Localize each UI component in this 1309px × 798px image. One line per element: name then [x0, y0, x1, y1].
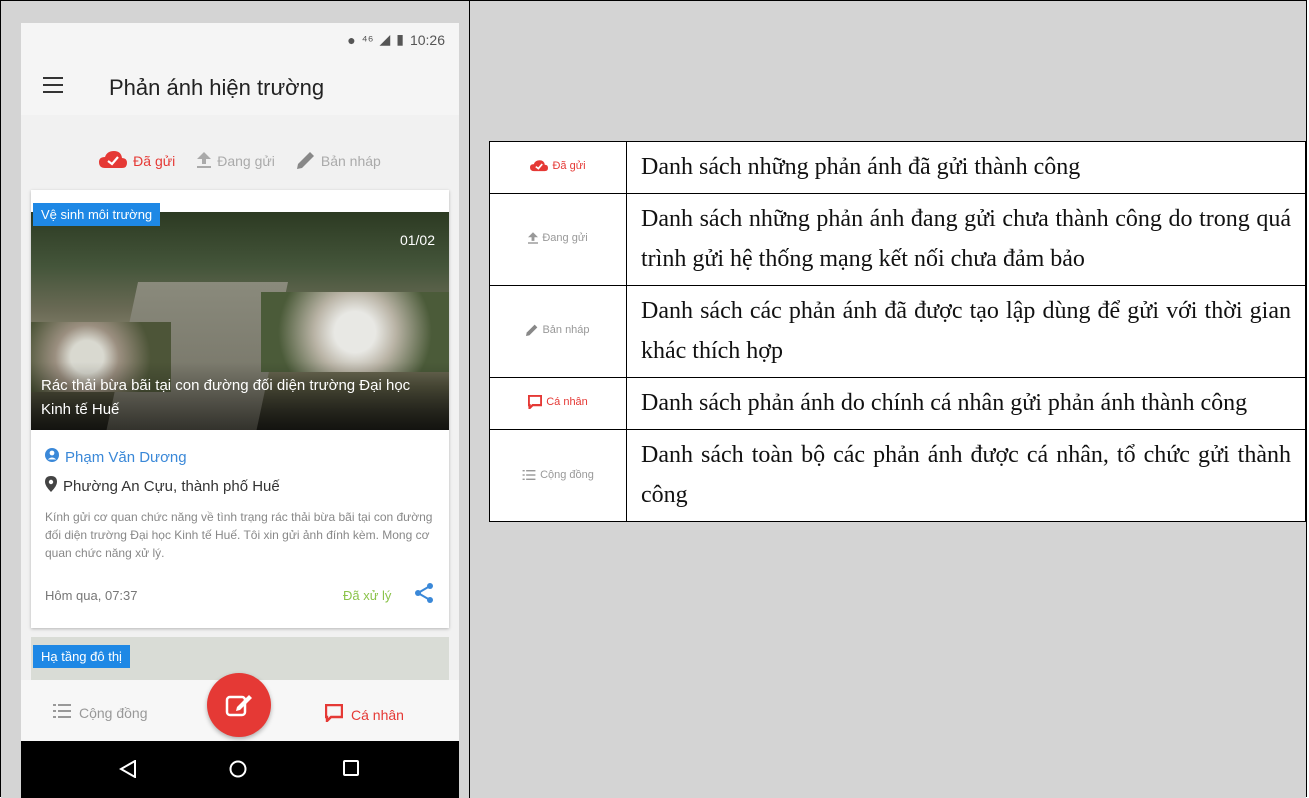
category-badge: Vệ sinh môi trường	[33, 203, 161, 226]
column-divider	[469, 0, 470, 798]
outer-frame	[0, 0, 1307, 797]
